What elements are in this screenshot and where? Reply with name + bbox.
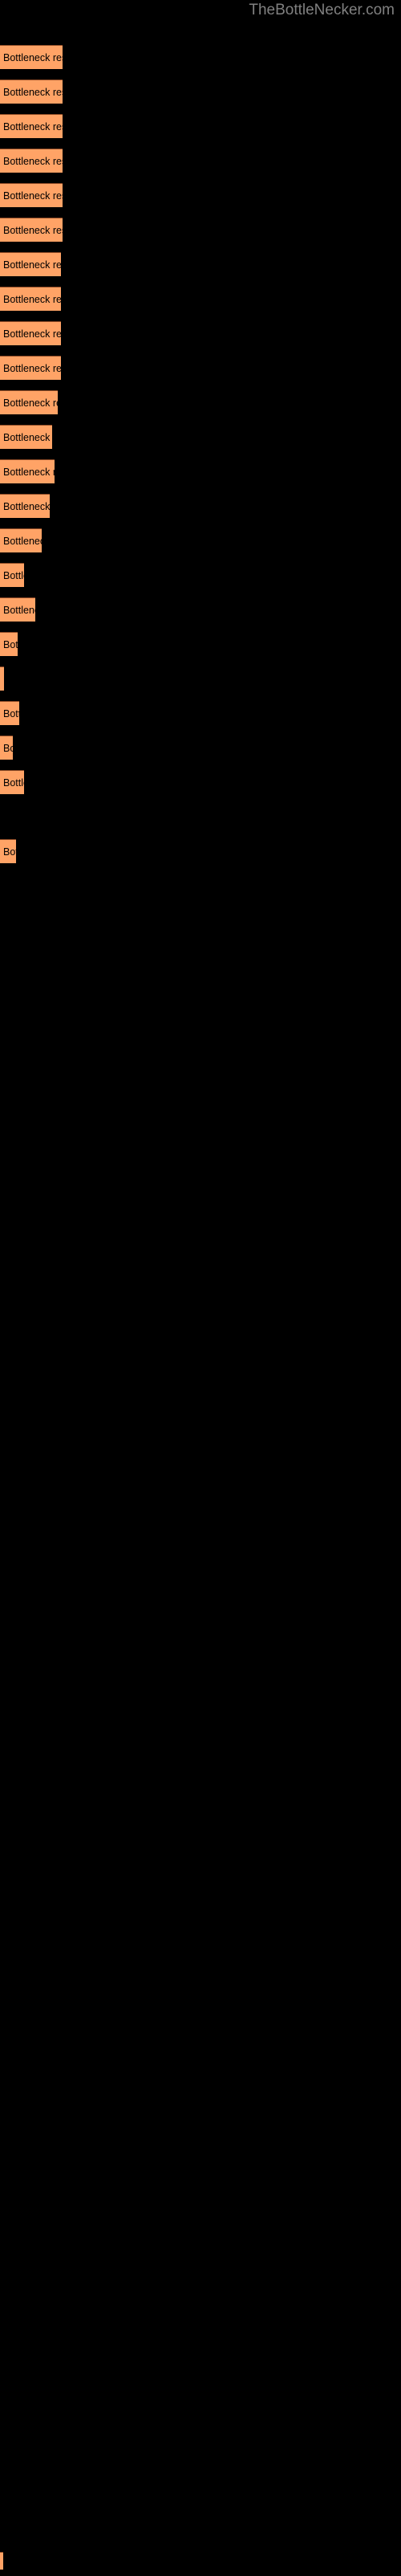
bar-segment: Bottleneck result bbox=[0, 390, 58, 414]
bar-label: Bottleneck result bbox=[3, 846, 16, 858]
bar-label: Bottleneck result bbox=[3, 500, 50, 512]
bar-segment: Bottleneck result bbox=[0, 736, 13, 760]
bar-segment: Bottleneck result bbox=[0, 701, 19, 725]
bar-label: Bottleneck result bbox=[3, 190, 63, 202]
bar-label: Bottleneck result bbox=[3, 431, 52, 443]
bar-segment: Bottleneck result bbox=[0, 45, 63, 69]
bar-segment: Bottleneck result bbox=[0, 563, 24, 587]
bar-segment: Bottleneck result bbox=[0, 149, 63, 173]
bar-label: Bottleneck result bbox=[3, 569, 24, 581]
bar-label: Bottleneck result bbox=[3, 155, 63, 167]
bar-label: Bottleneck result bbox=[3, 742, 13, 754]
bar-label: Bottleneck result bbox=[3, 51, 63, 63]
bar-label: Bottleneck result bbox=[3, 535, 42, 547]
bar-label: Bottleneck result bbox=[3, 224, 63, 236]
bar-label: Bottleneck result bbox=[3, 776, 24, 789]
bar-label: Bottleneck result bbox=[3, 397, 58, 409]
bar-segment: Bottleneck result bbox=[0, 666, 4, 691]
bar-label: Bottleneck result bbox=[3, 293, 61, 305]
bar-segment: Bottleneck result bbox=[0, 839, 16, 863]
bar-segment: Bottleneck result bbox=[0, 287, 61, 311]
bar-label: Bottleneck result bbox=[3, 707, 19, 719]
bar-segment: Bottleneck result bbox=[0, 183, 63, 207]
bar-segment: Bottleneck result bbox=[0, 79, 63, 104]
bar-segment: Bottleneck result bbox=[0, 114, 63, 138]
bar-label: Bottleneck result bbox=[3, 86, 63, 98]
bar-label: Bottleneck result bbox=[3, 120, 63, 132]
site-watermark-title: TheBottleNecker.com bbox=[249, 2, 395, 18]
bar-segment: Bottleneck result bbox=[0, 252, 61, 276]
bar-segment: Bottleneck result bbox=[0, 459, 55, 483]
bar-label: Bottleneck result bbox=[3, 604, 35, 616]
bar-label: Bottleneck result bbox=[3, 362, 61, 374]
bottleneck-bar-chart: TheBottleNecker.com Bottleneck result Bot… bbox=[0, 0, 401, 2570]
bar-segment: Bottleneck result bbox=[0, 494, 50, 518]
bar-segment: Bottleneck result bbox=[0, 321, 61, 345]
bar-segment: Bottleneck result bbox=[0, 218, 63, 242]
bar-segment: Bottleneck result bbox=[0, 528, 42, 552]
bar-segment: Bottleneck result bbox=[0, 425, 52, 449]
bar-segment: Bottleneck result bbox=[0, 356, 61, 380]
bar-label: Bottleneck result bbox=[3, 259, 61, 271]
bar-segment: Bottleneck result bbox=[0, 632, 18, 656]
tail-marker-bar bbox=[0, 2552, 3, 2570]
bar-segment: Bottleneck result bbox=[0, 597, 35, 622]
bar-label: Bottleneck result bbox=[3, 638, 18, 650]
bar-label: Bottleneck result bbox=[3, 466, 55, 478]
bar-label: Bottleneck result bbox=[3, 328, 61, 340]
bar-label: Bottleneck result bbox=[3, 674, 4, 685]
bar-segment: Bottleneck result bbox=[0, 770, 24, 794]
